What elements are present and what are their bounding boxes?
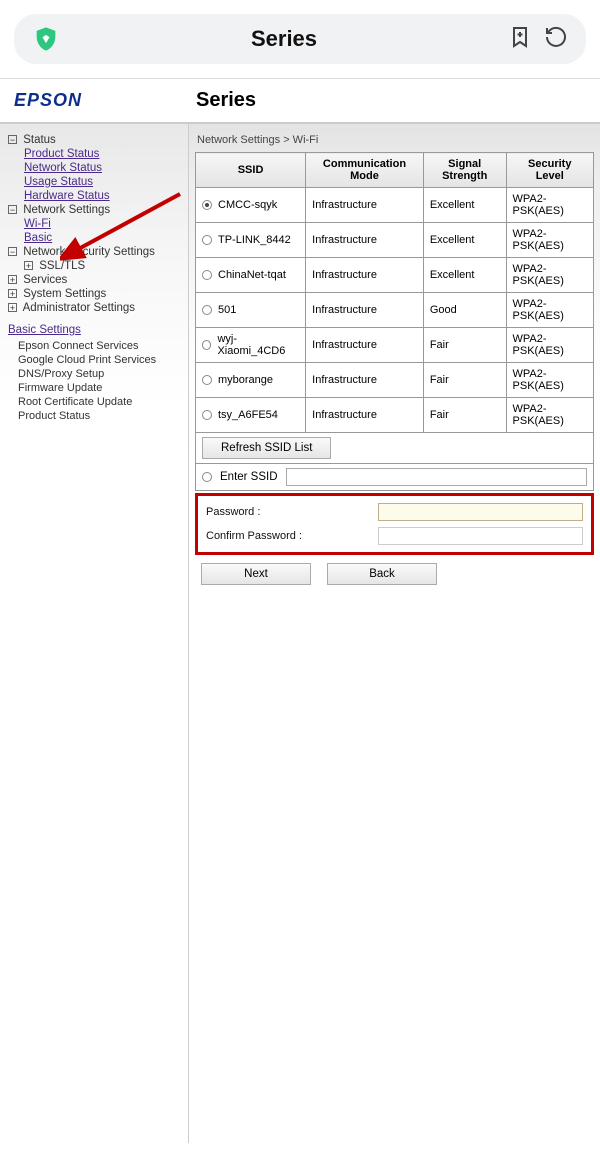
cell-mode: Infrastructure xyxy=(306,328,424,363)
cell-security: WPA2-PSK(AES) xyxy=(506,293,593,328)
link-basic[interactable]: Basic xyxy=(24,232,184,244)
collapse-icon[interactable]: − xyxy=(8,205,17,214)
cell-security: WPA2-PSK(AES) xyxy=(506,328,593,363)
sidebar-node-status[interactable]: − Status xyxy=(8,134,184,146)
table-row[interactable]: TP-LINK_8442 InfrastructureExcellentWPA2-… xyxy=(196,223,594,258)
table-row[interactable]: 501 InfrastructureGoodWPA2-PSK(AES) xyxy=(196,293,594,328)
ssid-name: wyj-Xiaomi_4CD6 xyxy=(217,333,299,357)
cell-signal: Fair xyxy=(423,398,506,433)
confirm-password-input[interactable] xyxy=(378,527,583,545)
radio-ssid[interactable] xyxy=(202,410,212,420)
cell-security: WPA2-PSK(AES) xyxy=(506,188,593,223)
table-row[interactable]: wyj-Xiaomi_4CD6 InfrastructureFairWPA2-PS… xyxy=(196,328,594,363)
th-ssid: SSID xyxy=(196,153,306,188)
next-button[interactable]: Next xyxy=(201,563,311,585)
link-product-status-2[interactable]: Product Status xyxy=(18,410,184,422)
radio-ssid[interactable] xyxy=(202,200,212,210)
table-row[interactable]: CMCC-sqyk InfrastructureExcellentWPA2-PSK… xyxy=(196,188,594,223)
radio-enter-ssid[interactable] xyxy=(202,472,212,482)
cell-mode: Infrastructure xyxy=(306,363,424,398)
cell-security: WPA2-PSK(AES) xyxy=(506,398,593,433)
link-network-status[interactable]: Network Status xyxy=(24,162,184,174)
cell-mode: Infrastructure xyxy=(306,398,424,433)
link-firmware-update[interactable]: Firmware Update xyxy=(18,382,184,394)
brand-logo: EPSON xyxy=(0,80,190,121)
refresh-icon[interactable] xyxy=(544,25,568,54)
bookmark-add-icon[interactable] xyxy=(508,25,532,54)
password-label: Password : xyxy=(206,506,378,518)
password-input[interactable] xyxy=(378,503,583,521)
cell-security: WPA2-PSK(AES) xyxy=(506,223,593,258)
radio-ssid[interactable] xyxy=(202,270,212,280)
cell-signal: Fair xyxy=(423,363,506,398)
breadcrumb: Network Settings > Wi-Fi xyxy=(197,134,594,146)
link-hardware-status[interactable]: Hardware Status xyxy=(24,190,184,202)
confirm-password-label: Confirm Password : xyxy=(206,530,378,542)
enter-ssid-input[interactable] xyxy=(286,468,587,486)
expand-icon[interactable]: + xyxy=(8,303,17,312)
collapse-icon[interactable]: − xyxy=(8,135,17,144)
ssid-table: SSID Communication Mode Signal Strength … xyxy=(195,152,594,433)
ssid-name: TP-LINK_8442 xyxy=(218,234,291,246)
link-wifi[interactable]: Wi-Fi xyxy=(24,218,184,230)
sidebar-node-admin[interactable]: + Administrator Settings xyxy=(8,302,184,314)
content: Network Settings > Wi-Fi SSID Communicat… xyxy=(189,124,600,1143)
page-header: EPSON Series xyxy=(0,79,600,123)
cell-signal: Good xyxy=(423,293,506,328)
link-usage-status[interactable]: Usage Status xyxy=(24,176,184,188)
sidebar: − Status Product Status Network Status U… xyxy=(0,124,189,1143)
table-row[interactable]: tsy_A6FE54 InfrastructureFairWPA2-PSK(AES… xyxy=(196,398,594,433)
radio-ssid[interactable] xyxy=(202,305,212,315)
link-product-status[interactable]: Product Status xyxy=(24,148,184,160)
sidebar-node-services[interactable]: + Services xyxy=(8,274,184,286)
page-title: Series xyxy=(190,79,600,122)
link-dns-proxy[interactable]: DNS/Proxy Setup xyxy=(18,368,184,380)
ssid-name: ChinaNet-tqat xyxy=(218,269,286,281)
cell-mode: Infrastructure xyxy=(306,293,424,328)
sidebar-node-network-settings[interactable]: − Network Settings xyxy=(8,204,184,216)
table-row[interactable]: ChinaNet-tqat InfrastructureExcellentWPA2… xyxy=(196,258,594,293)
cell-signal: Excellent xyxy=(423,258,506,293)
link-root-cert-update[interactable]: Root Certificate Update xyxy=(18,396,184,408)
radio-ssid[interactable] xyxy=(202,375,212,385)
ssid-name: tsy_A6FE54 xyxy=(218,409,278,421)
cell-mode: Infrastructure xyxy=(306,188,424,223)
enter-ssid-label: Enter SSID xyxy=(220,471,278,483)
ssid-name: 501 xyxy=(218,304,236,316)
password-highlight-box: Password : Confirm Password : xyxy=(195,493,594,555)
cell-signal: Excellent xyxy=(423,223,506,258)
cell-signal: Fair xyxy=(423,328,506,363)
sidebar-node-system[interactable]: + System Settings xyxy=(8,288,184,300)
browser-bar: Series xyxy=(14,14,586,64)
link-epson-connect[interactable]: Epson Connect Services xyxy=(18,340,184,352)
cell-signal: Excellent xyxy=(423,188,506,223)
link-basic-settings[interactable]: Basic Settings xyxy=(8,324,184,336)
cell-security: WPA2-PSK(AES) xyxy=(506,363,593,398)
th-signal: Signal Strength xyxy=(423,153,506,188)
radio-ssid[interactable] xyxy=(202,235,212,245)
radio-ssid[interactable] xyxy=(202,340,211,350)
th-security: Security Level xyxy=(506,153,593,188)
expand-icon[interactable]: + xyxy=(24,261,33,270)
shield-icon xyxy=(32,25,60,53)
expand-icon[interactable]: + xyxy=(8,275,17,284)
sidebar-node-network-security[interactable]: − Network Security Settings xyxy=(8,246,184,258)
cell-security: WPA2-PSK(AES) xyxy=(506,258,593,293)
ssid-name: CMCC-sqyk xyxy=(218,199,277,211)
table-row[interactable]: myborange InfrastructureFairWPA2-PSK(AES) xyxy=(196,363,594,398)
refresh-ssid-button[interactable]: Refresh SSID List xyxy=(202,437,331,459)
back-button[interactable]: Back xyxy=(327,563,437,585)
browser-title: Series xyxy=(72,26,496,52)
th-mode: Communication Mode xyxy=(306,153,424,188)
cell-mode: Infrastructure xyxy=(306,258,424,293)
ssid-name: myborange xyxy=(218,374,273,386)
cell-mode: Infrastructure xyxy=(306,223,424,258)
link-google-cloud-print[interactable]: Google Cloud Print Services xyxy=(18,354,184,366)
collapse-icon[interactable]: − xyxy=(8,247,17,256)
expand-icon[interactable]: + xyxy=(8,289,17,298)
